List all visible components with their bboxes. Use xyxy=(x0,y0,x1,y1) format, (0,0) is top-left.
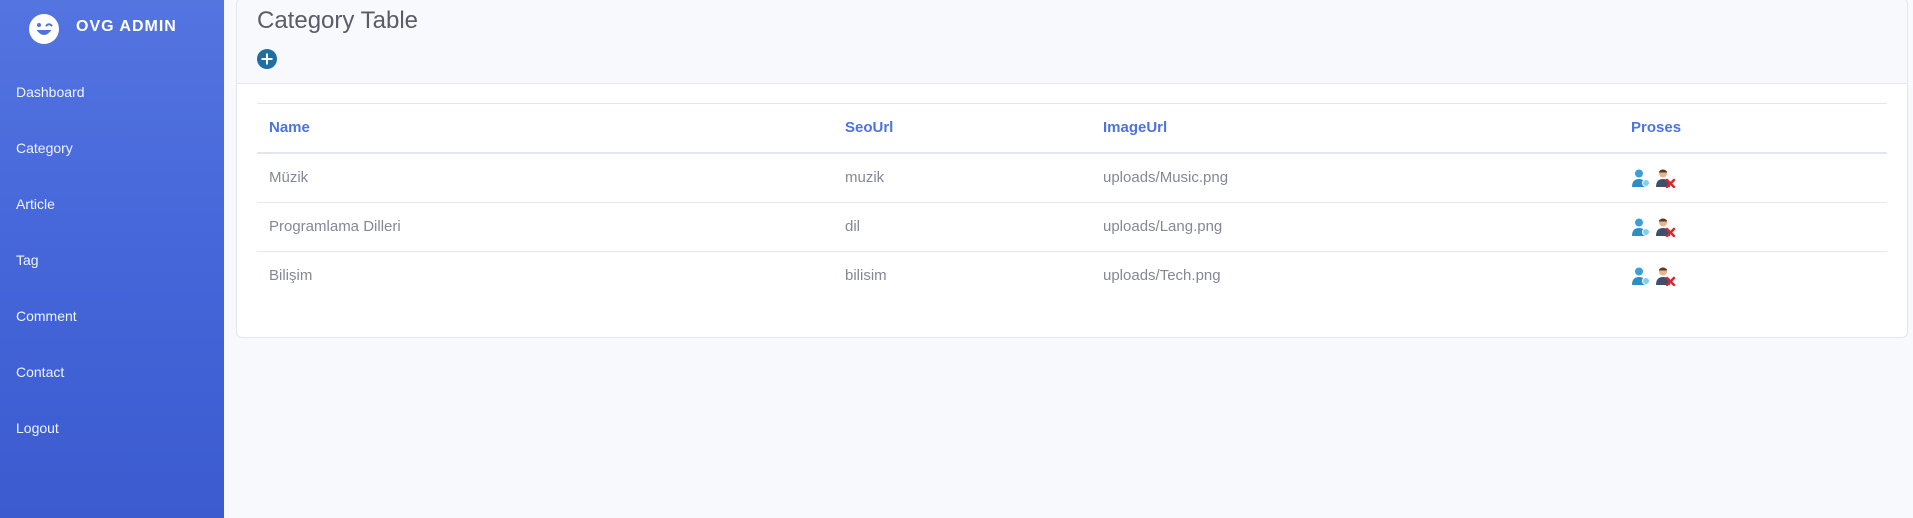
card-header: Category Table xyxy=(237,0,1907,84)
cell-seourl: bilisim xyxy=(845,267,887,284)
column-header-seourl[interactable]: SeoUrl xyxy=(845,119,893,136)
laugh-wink-icon xyxy=(29,14,59,44)
cell-imageurl: uploads/Music.png xyxy=(1103,169,1229,186)
sidebar-item-dashboard[interactable]: Dashboard xyxy=(0,72,224,112)
sidebar-item-comment[interactable]: Comment xyxy=(0,296,224,336)
cell-name: Müzik xyxy=(269,169,309,186)
page-title: Category Table xyxy=(257,7,418,34)
plus-circle-icon[interactable] xyxy=(257,49,277,69)
sidebar-item-label: Contact xyxy=(16,364,65,380)
sidebar-item-contact[interactable]: Contact xyxy=(0,352,224,392)
admin-app: OVG ADMIN Dashboard Category Article Tag… xyxy=(0,0,1913,518)
user-delete-icon[interactable] xyxy=(1655,168,1675,188)
column-header-proses[interactable]: Proses xyxy=(1631,119,1681,136)
table-row: Bilişim bilisim uploads/Tech.png xyxy=(257,252,1887,300)
cell-seourl: muzik xyxy=(845,169,885,186)
brand-title: OVG ADMIN xyxy=(76,18,177,35)
category-card: Category Table Name SeoUrl ImageUrl Pros… xyxy=(236,0,1908,338)
sidebar-item-label: Dashboard xyxy=(16,84,85,100)
column-header-name[interactable]: Name xyxy=(269,119,310,136)
user-edit-icon[interactable] xyxy=(1631,168,1651,188)
cell-imageurl: uploads/Tech.png xyxy=(1103,267,1221,284)
cell-name: Programlama Dilleri xyxy=(269,218,401,235)
sidebar-item-label: Comment xyxy=(16,308,77,324)
sidebar-item-label: Category xyxy=(16,140,73,156)
sidebar: OVG ADMIN Dashboard Category Article Tag… xyxy=(0,0,224,518)
sidebar-item-label: Tag xyxy=(16,252,39,268)
sidebar-item-label: Article xyxy=(16,196,55,212)
sidebar-item-tag[interactable]: Tag xyxy=(0,240,224,280)
sidebar-item-logout[interactable]: Logout xyxy=(0,408,224,448)
sidebar-item-label: Logout xyxy=(16,420,59,436)
table-row: Müzik muzik uploads/Music.png xyxy=(257,154,1887,203)
table-row: Programlama Dilleri dil uploads/Lang.png xyxy=(257,203,1887,252)
column-header-imageurl[interactable]: ImageUrl xyxy=(1103,119,1167,136)
user-delete-icon[interactable] xyxy=(1655,217,1675,237)
user-delete-icon[interactable] xyxy=(1655,266,1675,286)
brand[interactable]: OVG ADMIN xyxy=(0,0,224,56)
category-table: Name SeoUrl ImageUrl Proses Müzik muzik … xyxy=(257,103,1887,300)
cell-seourl: dil xyxy=(845,218,861,235)
user-edit-icon[interactable] xyxy=(1631,266,1651,286)
sidebar-item-article[interactable]: Article xyxy=(0,184,224,224)
cell-imageurl: uploads/Lang.png xyxy=(1103,218,1223,235)
table-header: Name SeoUrl ImageUrl Proses xyxy=(257,104,1887,154)
main-content: Category Table Name SeoUrl ImageUrl Pros… xyxy=(224,0,1913,518)
sidebar-item-category[interactable]: Category xyxy=(0,128,224,168)
user-edit-icon[interactable] xyxy=(1631,217,1651,237)
cell-name: Bilişim xyxy=(269,267,313,284)
